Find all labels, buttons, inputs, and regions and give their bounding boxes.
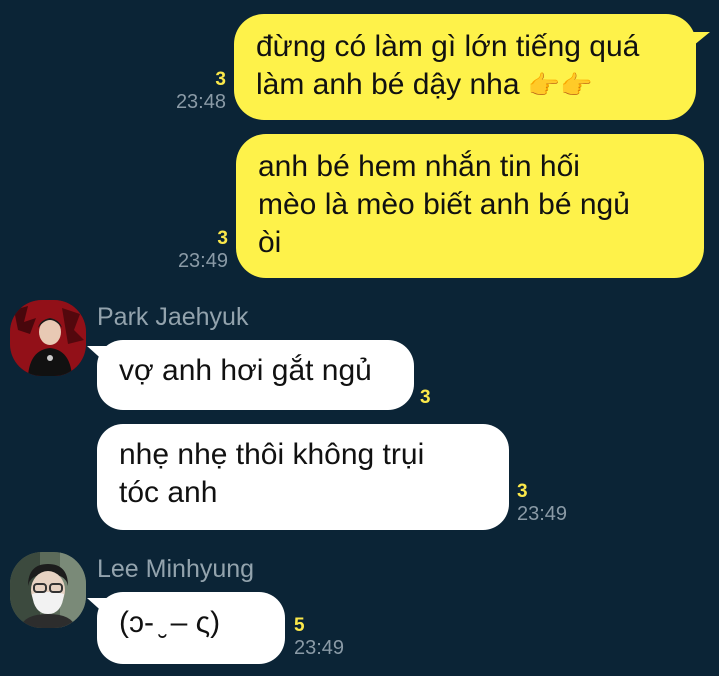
message-bubble-outgoing[interactable]: anh bé hem nhắn tin hối mèo là mèo biết …: [236, 134, 704, 278]
message-text-line: nhẹ nhẹ thôi không trụi: [119, 438, 425, 471]
bubble-tail: [87, 598, 107, 616]
message-text-line: tóc anh: [119, 476, 218, 509]
message-time: 23:49: [177, 250, 228, 272]
message-text-line: làm anh bé dậy nha: [256, 68, 520, 101]
message-bubble-incoming[interactable]: (ɔ- ̮ – ς): [97, 592, 285, 664]
unread-count: 3: [420, 387, 431, 408]
message-time: 23:49: [294, 637, 345, 659]
message-text-line: mèo là mèo biết anh bé ngủ: [258, 188, 630, 221]
message-text-line: anh bé hem nhắn tin hối: [258, 150, 580, 183]
pointing-hand-emoji-icon: 👉👉: [527, 70, 593, 100]
message-text-line: òi: [258, 226, 282, 259]
avatar-lee-minhyung[interactable]: [10, 552, 86, 628]
sender-name: Lee Minhyung: [97, 555, 255, 583]
unread-count: 3: [215, 69, 226, 90]
profile-photo-icon: [10, 552, 86, 628]
profile-photo-icon: [10, 300, 86, 376]
message-bubble-incoming[interactable]: nhẹ nhẹ thôi không trụi tóc anh: [97, 424, 509, 530]
bubble-tail: [688, 32, 710, 50]
message-text-line: (ɔ- ̮ – ς): [119, 606, 221, 639]
message-bubble-outgoing[interactable]: đừng có làm gì lớn tiếng quá làm anh bé …: [234, 14, 696, 120]
avatar-park-jaehyuk[interactable]: [10, 300, 86, 376]
unread-count: 5: [294, 615, 305, 636]
bubble-tail: [87, 346, 107, 364]
message-meta: 3: [420, 388, 460, 408]
message-time: 23:48: [175, 91, 226, 113]
message-meta: 3 23:49: [150, 229, 228, 273]
sender-name: Park Jaehyuk: [97, 303, 249, 331]
message-time: 23:49: [517, 503, 568, 525]
unread-count: 3: [217, 228, 228, 249]
message-meta: 5 23:49: [294, 616, 364, 660]
message-text-line: vợ anh hơi gắt ngủ: [119, 354, 372, 387]
message-meta: 3 23:48: [150, 70, 226, 114]
message-bubble-incoming[interactable]: vợ anh hơi gắt ngủ: [97, 340, 414, 410]
message-meta: 3 23:49: [517, 482, 587, 526]
message-text-line: đừng có làm gì lớn tiếng quá: [256, 30, 640, 63]
message-text-line: làm anh bé dậy nha 👉👉: [256, 66, 674, 104]
unread-count: 3: [517, 481, 528, 502]
